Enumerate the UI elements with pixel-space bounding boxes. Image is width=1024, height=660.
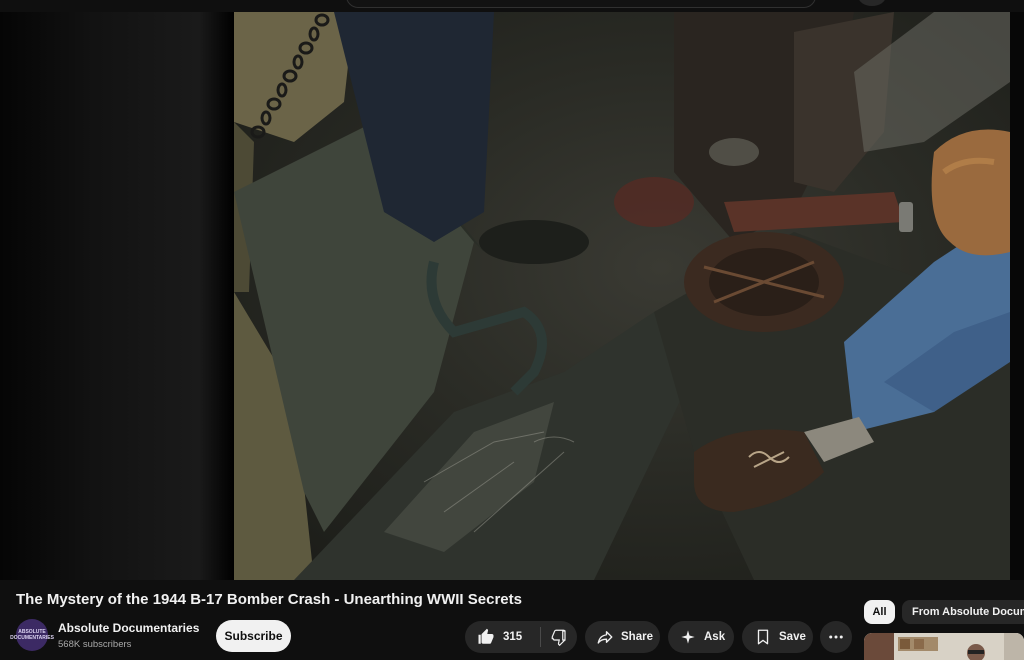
- share-arrow-icon: [596, 628, 614, 646]
- voice-search-button[interactable]: [858, 0, 886, 6]
- chip-from-channel[interactable]: From Absolute Documentaries: [902, 600, 1024, 624]
- related-video-thumbnail[interactable]: [864, 633, 1024, 660]
- subscribe-button[interactable]: Subscribe: [216, 620, 291, 652]
- share-label: Share: [621, 631, 653, 643]
- channel-avatar[interactable]: ABSOLUTE DOCUMENTARIES: [10, 619, 54, 651]
- ask-button[interactable]: Ask: [668, 621, 734, 653]
- share-button[interactable]: Share: [585, 621, 660, 653]
- chip-all[interactable]: All: [864, 600, 895, 624]
- subscriber-count: 568K subscribers: [58, 639, 132, 650]
- channel-name[interactable]: Absolute Documentaries: [58, 621, 199, 635]
- player-left-background: [0, 12, 234, 580]
- dislike-button[interactable]: [541, 621, 577, 653]
- related-video-thumbnail-image: [864, 633, 1024, 660]
- thumbs-down-icon: [550, 628, 568, 646]
- save-label: Save: [779, 631, 806, 643]
- like-dislike-group: 315: [465, 621, 577, 653]
- video-player[interactable]: [0, 12, 1024, 580]
- masthead: [0, 0, 1024, 12]
- video-title: The Mystery of the 1944 B-17 Bomber Cras…: [16, 591, 522, 608]
- thumbs-up-icon: [477, 628, 495, 646]
- ask-label: Ask: [704, 631, 726, 643]
- search-box-edge[interactable]: [346, 0, 816, 8]
- more-actions-button[interactable]: [820, 621, 852, 653]
- like-button[interactable]: 315: [465, 621, 540, 653]
- sparkle-icon: [680, 629, 696, 645]
- bookmark-icon: [754, 628, 772, 646]
- player-right-edge: [1010, 12, 1024, 580]
- video-frame-scene: [234, 12, 1010, 580]
- save-button[interactable]: Save: [742, 621, 813, 653]
- more-horizontal-icon: [827, 628, 845, 646]
- channel-avatar-text: ABSOLUTE DOCUMENTARIES: [10, 629, 54, 641]
- video-frame[interactable]: [234, 12, 1010, 580]
- like-count: 315: [503, 631, 523, 643]
